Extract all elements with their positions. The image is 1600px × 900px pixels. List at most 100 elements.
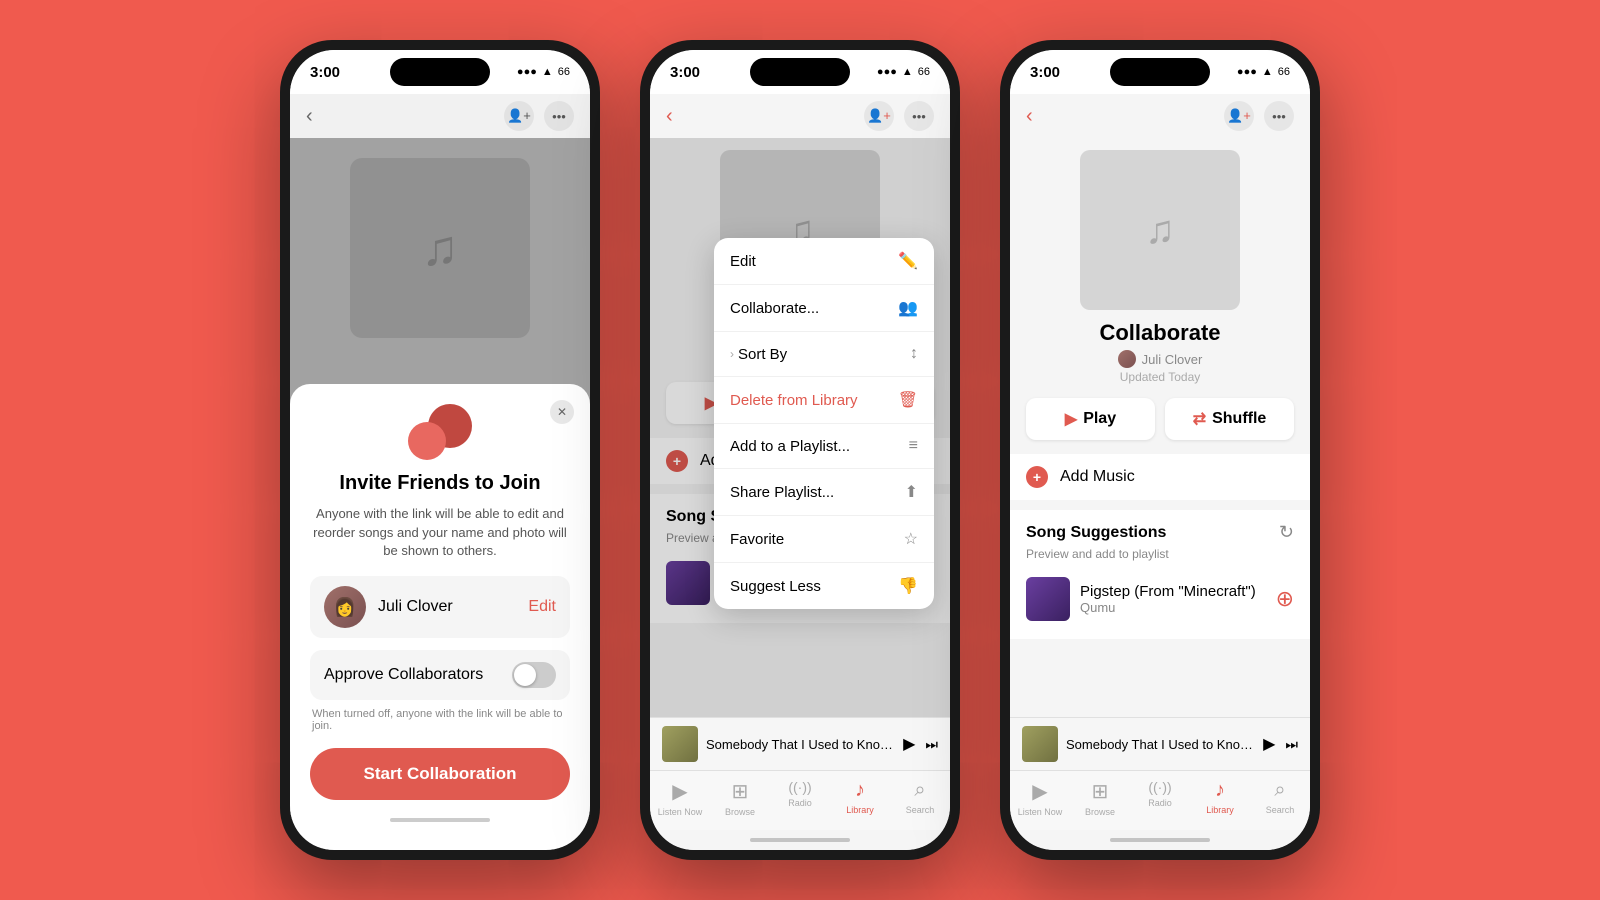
tab-radio-3[interactable]: ((·)) Radio: [1130, 779, 1190, 808]
tab-browse-3[interactable]: ⊞ Browse: [1070, 779, 1130, 817]
battery-icon-3: 66: [1278, 66, 1290, 78]
np-skip-2[interactable]: ⏭: [925, 736, 938, 753]
tab-listen-now-2[interactable]: ▶ Listen Now: [650, 779, 710, 817]
home-indicator-2: [650, 830, 950, 850]
context-favorite[interactable]: Favorite ☆: [714, 516, 934, 563]
collaborate-icon[interactable]: 👤+: [504, 101, 534, 131]
context-share-icon: ⬆: [905, 482, 918, 502]
context-suggest-less[interactable]: Suggest Less 👎: [714, 563, 934, 609]
edit-link[interactable]: Edit: [528, 598, 556, 616]
np-skip-3[interactable]: ⏭: [1285, 736, 1298, 753]
tab-search-icon-2: ⌕: [914, 779, 925, 802]
phone-3: 3:00 ●●● ▲ 66 ‹ 👤+ ••• ♫ Collaborate: [1000, 40, 1320, 860]
play-button-3[interactable]: ▶ Play: [1026, 398, 1155, 440]
context-collaborate[interactable]: Collaborate... 👥: [714, 285, 934, 332]
approve-row: Approve Collaborators: [310, 650, 570, 700]
context-edit-label: Edit: [730, 253, 756, 270]
tab-bar-3: ▶ Listen Now ⊞ Browse ((·)) Radio ♪ Libr…: [1010, 770, 1310, 830]
tab-search-2[interactable]: ⌕ Search: [890, 779, 950, 815]
context-suggest-less-icon: 👎: [898, 576, 918, 596]
tab-library-3[interactable]: ♪ Library: [1190, 779, 1250, 815]
nav-icons-3: 👤+ •••: [1224, 101, 1294, 131]
phone2-scroll: ♫ C Juli Clover ▶ Play ⇄ Shuffle +: [650, 138, 950, 717]
dynamic-island-1: [390, 58, 490, 86]
shuffle-button-3[interactable]: ⇄ Shuffle: [1165, 398, 1294, 440]
context-delete-icon: 🗑: [898, 390, 918, 410]
song-artist-pigstep-3: Qumu: [1080, 600, 1266, 615]
context-add-playlist[interactable]: Add to a Playlist... ≡: [714, 424, 934, 469]
music-note-icon-3: ♫: [1145, 208, 1175, 253]
meta-avatar-3: [1118, 350, 1136, 368]
dynamic-island-3: [1110, 58, 1210, 86]
back-button-1[interactable]: ‹: [306, 105, 313, 128]
np-controls-2: ▶ ⏭: [903, 734, 938, 754]
add-song-button-pigstep-3[interactable]: ⊕: [1276, 586, 1294, 612]
tab-search-icon-3: ⌕: [1274, 779, 1285, 802]
suggestions-header-3: Song Suggestions ↻: [1026, 522, 1294, 543]
context-sort-label: Sort By: [738, 346, 787, 363]
context-collaborate-icon: 👥: [898, 298, 918, 318]
np-art-3: [1022, 726, 1058, 762]
shuffle-label-3: Shuffle: [1212, 410, 1266, 428]
add-music-3[interactable]: + Add Music: [1010, 454, 1310, 500]
collab-people-icon: [408, 404, 472, 460]
tab-bar-2: ▶ Listen Now ⊞ Browse ((·)) Radio ♪ Libr…: [650, 770, 950, 830]
home-bar: [390, 818, 490, 822]
wifi-icon: ▲: [542, 66, 553, 78]
more-icon[interactable]: •••: [544, 101, 574, 131]
collaborate-meta: Juli Clover: [1010, 350, 1310, 368]
phone-2: 3:00 ●●● ▲ 66 ‹ 👤+ ••• ♫ C: [640, 40, 960, 860]
now-playing-3[interactable]: Somebody That I Used to Know (... ▶ ⏭: [1010, 717, 1310, 770]
tab-browse-icon-2: ⊞: [732, 779, 749, 804]
playlist-art-3: ♫: [1080, 150, 1240, 310]
tab-radio-2[interactable]: ((·)) Radio: [770, 779, 830, 808]
tab-library-2[interactable]: ♪ Library: [830, 779, 890, 815]
status-icons-3: ●●● ▲ 66: [1237, 66, 1290, 78]
song-info-pigstep-3: Pigstep (From "Minecraft") Qumu: [1080, 583, 1266, 615]
user-name: Juli Clover: [378, 598, 528, 616]
more-icon-3[interactable]: •••: [1264, 101, 1294, 131]
invite-modal-description: Anyone with the link will be able to edi…: [310, 505, 570, 560]
more-icon-2[interactable]: •••: [904, 101, 934, 131]
suggestions-subtitle-3: Preview and add to playlist: [1026, 547, 1294, 561]
collaborate-icon-3[interactable]: 👤+: [1224, 101, 1254, 131]
context-sort-arrow: ›: [730, 347, 734, 361]
tab-browse-2[interactable]: ⊞ Browse: [710, 779, 770, 817]
tab-search-3[interactable]: ⌕ Search: [1250, 779, 1310, 815]
signal-icon: ●●●: [517, 66, 537, 78]
now-playing-2[interactable]: Somebody That I Used to Know (... ▶ ⏭: [650, 717, 950, 770]
user-row: 👩 Juli Clover Edit: [310, 576, 570, 638]
np-play-3[interactable]: ▶: [1263, 734, 1275, 754]
context-share[interactable]: Share Playlist... ⬆: [714, 469, 934, 516]
tab-listen-now-icon-2: ▶: [672, 779, 687, 804]
context-sort-by[interactable]: › Sort By ↕: [714, 332, 934, 377]
status-icons-2: ●●● ▲ 66: [877, 66, 930, 78]
context-edit[interactable]: Edit ✏️: [714, 238, 934, 285]
refresh-icon-3[interactable]: ↻: [1279, 522, 1294, 543]
back-button-2[interactable]: ‹: [666, 105, 673, 128]
collaborate-title: Collaborate: [1010, 320, 1310, 346]
wifi-icon-2: ▲: [902, 66, 913, 78]
battery-icon-2: 66: [918, 66, 930, 78]
back-button-3[interactable]: ‹: [1026, 105, 1033, 128]
np-title-3: Somebody That I Used to Know (...: [1066, 737, 1255, 752]
context-share-label: Share Playlist...: [730, 484, 834, 501]
modal-close-button[interactable]: ✕: [550, 400, 574, 424]
np-play-2[interactable]: ▶: [903, 734, 915, 754]
tab-listen-now-3[interactable]: ▶ Listen Now: [1010, 779, 1070, 817]
tab-library-icon-3: ♪: [1215, 779, 1225, 802]
collaborate-icon-2[interactable]: 👤+: [864, 101, 894, 131]
play-label-3: Play: [1083, 410, 1116, 428]
tab-radio-label-3: Radio: [1148, 798, 1172, 808]
signal-icon-2: ●●●: [877, 66, 897, 78]
approve-toggle[interactable]: [512, 662, 556, 688]
approve-hint: When turned off, anyone with the link wi…: [310, 708, 570, 732]
avatar-image: 👩: [324, 586, 366, 628]
add-music-label-3: Add Music: [1060, 468, 1135, 486]
nav-icons-2: 👤+ •••: [864, 101, 934, 131]
context-delete[interactable]: Delete from Library 🗑: [714, 377, 934, 424]
tab-browse-icon-3: ⊞: [1092, 779, 1109, 804]
play-icon-3: ▶: [1065, 409, 1077, 429]
meta-user-3: Juli Clover: [1142, 352, 1203, 367]
start-collaboration-button[interactable]: Start Collaboration: [310, 748, 570, 800]
